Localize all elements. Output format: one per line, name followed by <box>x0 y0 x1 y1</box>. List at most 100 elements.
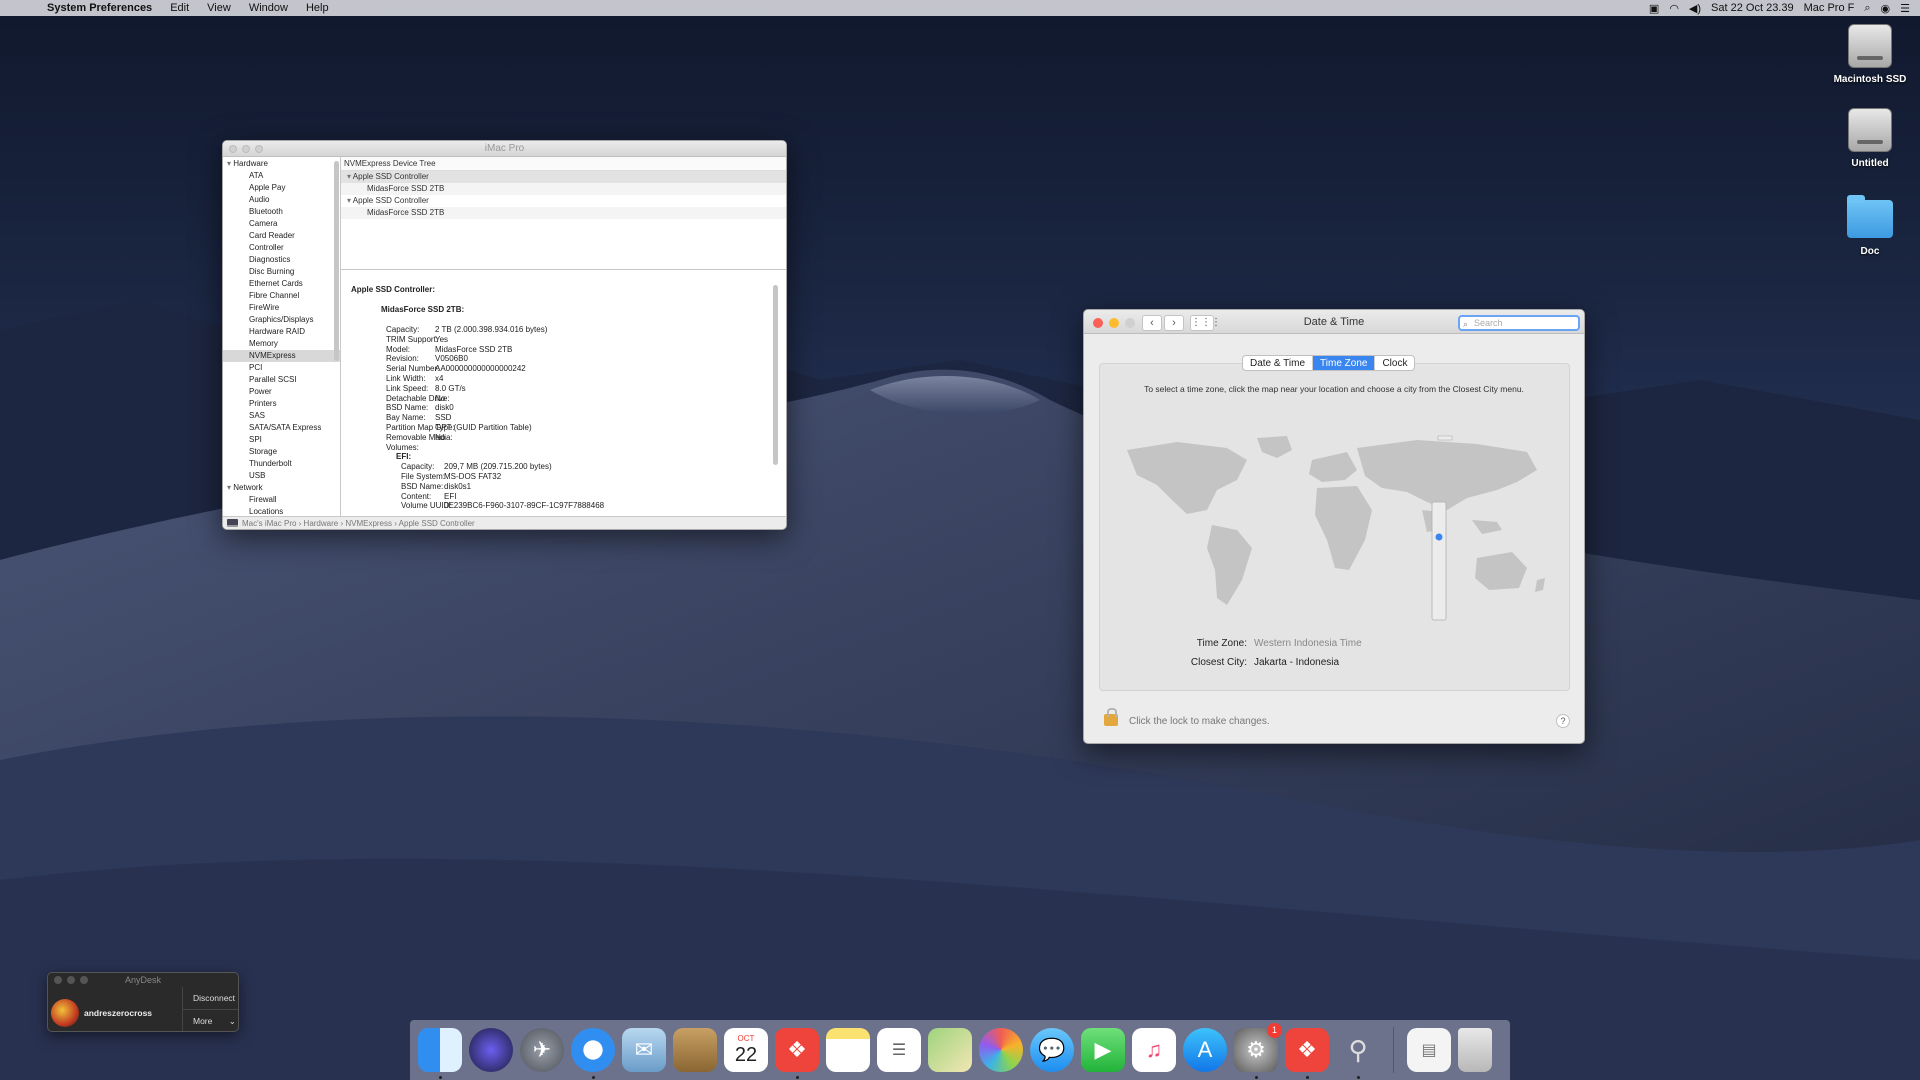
search-input[interactable]: ⌕ Search <box>1458 315 1580 331</box>
show-all-grid-icon[interactable]: ⋮⋮⋮ <box>1190 315 1221 331</box>
sidebar-item[interactable]: ATA <box>223 170 340 182</box>
window-titlebar[interactable]: ‹ › ⋮⋮⋮ Date & Time ⌕ Search <box>1084 310 1584 334</box>
minimize-button[interactable] <box>1109 318 1119 328</box>
notes-icon[interactable] <box>826 1028 870 1072</box>
sidebar-item[interactable]: Disc Burning <box>223 266 340 278</box>
photos-icon[interactable] <box>979 1028 1023 1072</box>
menu-help[interactable]: Help <box>297 2 338 14</box>
sidebar-item[interactable]: Storage <box>223 446 340 458</box>
tab-time-zone[interactable]: Time Zone <box>1313 356 1376 370</box>
safari-icon[interactable] <box>571 1028 615 1079</box>
system-information-icon[interactable]: ⚲ <box>1336 1028 1380 1079</box>
sidebar-item[interactable]: Power <box>223 386 340 398</box>
anydesk-remote-icon[interactable]: ❖ <box>1285 1028 1329 1079</box>
desktop-icon-untitled[interactable]: Untitled <box>1825 108 1915 169</box>
anydesk-status-icon[interactable]: ▣ <box>1649 2 1659 15</box>
contacts-icon[interactable] <box>673 1028 717 1072</box>
zoom-button[interactable] <box>1125 318 1135 328</box>
mail-icon[interactable]: ✉ <box>622 1028 666 1072</box>
sidebar-item[interactable]: Firewall <box>223 494 340 506</box>
more-button[interactable]: More ⌄ <box>183 1010 238 1031</box>
sidebar-item[interactable]: Apple Pay <box>223 182 340 194</box>
menu-view[interactable]: View <box>198 2 240 14</box>
messages-icon[interactable]: 💬 <box>1030 1028 1074 1072</box>
menu-user-name[interactable]: Mac Pro F <box>1804 2 1855 14</box>
sidebar-group-hardware[interactable]: Hardware <box>223 158 340 170</box>
app-store-icon[interactable]: A <box>1183 1028 1227 1072</box>
tab-date-time[interactable]: Date & Time <box>1243 356 1314 370</box>
launchpad-icon[interactable]: ✈ <box>520 1028 564 1072</box>
sidebar-item[interactable]: Bluetooth <box>223 206 340 218</box>
calendar-icon[interactable]: OCT 22 <box>724 1028 768 1072</box>
sidebar-item[interactable]: NVMExpress <box>223 350 340 362</box>
sidebar-item[interactable]: Graphics/Displays <box>223 314 340 326</box>
sidebar-item[interactable]: FireWire <box>223 302 340 314</box>
tree-row-device[interactable]: MidasForce SSD 2TB <box>341 183 786 195</box>
tab-clock[interactable]: Clock <box>1375 356 1414 370</box>
minimize-button[interactable] <box>67 976 75 984</box>
sidebar-item[interactable]: USB <box>223 470 340 482</box>
siri-icon[interactable] <box>469 1028 513 1072</box>
sidebar-item[interactable]: Thunderbolt <box>223 458 340 470</box>
system-preferences-icon[interactable]: ⚙ 1 <box>1234 1023 1282 1079</box>
sidebar-item[interactable]: Card Reader <box>223 230 340 242</box>
wifi-icon[interactable]: ◠ <box>1669 2 1679 15</box>
window-titlebar[interactable]: iMac Pro <box>223 141 786 157</box>
back-button[interactable]: ‹ <box>1142 315 1162 331</box>
notification-center-icon[interactable]: ☰ <box>1900 2 1910 15</box>
menu-app-name[interactable]: System Preferences <box>38 2 161 14</box>
sidebar-item[interactable]: Locations <box>223 506 340 516</box>
zoom-button[interactable] <box>80 976 88 984</box>
sidebar-item[interactable]: SAS <box>223 410 340 422</box>
volume-icon[interactable]: ◀) <box>1689 2 1701 15</box>
tree-row-device[interactable]: MidasForce SSD 2TB <box>341 207 786 219</box>
world-map[interactable] <box>1117 430 1557 630</box>
tree-row-controller[interactable]: Apple SSD Controller <box>341 195 786 207</box>
closest-city-select[interactable]: Jakarta - Indonesia <box>1254 653 1339 672</box>
trash-icon[interactable] <box>1458 1028 1492 1072</box>
itunes-icon[interactable]: ♫ <box>1132 1028 1176 1072</box>
sidebar-item[interactable]: Ethernet Cards <box>223 278 340 290</box>
sidebar-item[interactable]: Diagnostics <box>223 254 340 266</box>
minimize-button[interactable] <box>242 145 250 153</box>
close-button[interactable] <box>54 976 62 984</box>
menu-window[interactable]: Window <box>240 2 297 14</box>
detail-scrollbar[interactable] <box>773 285 778 465</box>
finder-icon[interactable] <box>418 1028 462 1079</box>
window-titlebar[interactable]: AnyDesk <box>48 973 238 987</box>
help-button[interactable]: ? <box>1556 714 1570 728</box>
close-button[interactable] <box>1093 318 1103 328</box>
sidebar-item[interactable]: Hardware RAID <box>223 326 340 338</box>
menu-clock[interactable]: Sat 22 Oct 23.39 <box>1711 2 1794 14</box>
desktop-icon-macintosh-ssd[interactable]: Macintosh SSD <box>1825 24 1915 85</box>
desktop-icon-doc[interactable]: Doc <box>1825 195 1915 257</box>
sidebar-group-network[interactable]: Network <box>223 482 340 494</box>
sidebar-item[interactable]: Fibre Channel <box>223 290 340 302</box>
menu-edit[interactable]: Edit <box>161 2 198 14</box>
forward-button[interactable]: › <box>1164 315 1184 331</box>
maps-icon[interactable] <box>928 1028 972 1072</box>
device-tree-header[interactable]: NVMExpress Device Tree <box>341 157 786 171</box>
sidebar-item[interactable]: PCI <box>223 362 340 374</box>
spotlight-icon[interactable]: ⌕ <box>1864 2 1870 15</box>
zoom-button[interactable] <box>255 145 263 153</box>
sidebar-item[interactable]: Printers <box>223 398 340 410</box>
breadcrumb-text[interactable]: Mac's iMac Pro › Hardware › NVMExpress ›… <box>242 517 475 530</box>
disconnect-button[interactable]: Disconnect <box>183 987 238 1010</box>
siri-icon[interactable]: ◉ <box>1881 2 1891 15</box>
tree-row-controller[interactable]: Apple SSD Controller <box>341 171 786 183</box>
sidebar-scrollbar[interactable] <box>334 161 339 361</box>
sidebar-item[interactable]: Audio <box>223 194 340 206</box>
facetime-icon[interactable]: ▶ <box>1081 1028 1125 1072</box>
reminders-icon[interactable]: ☰ <box>877 1028 921 1072</box>
sidebar-item[interactable]: Parallel SCSI <box>223 374 340 386</box>
document-icon[interactable]: ▤ <box>1407 1028 1451 1072</box>
lock-icon[interactable] <box>1104 708 1118 726</box>
sidebar-item[interactable]: Memory <box>223 338 340 350</box>
sidebar-item[interactable]: SATA/SATA Express <box>223 422 340 434</box>
anydesk-icon[interactable]: ❖ <box>775 1028 819 1079</box>
sidebar-item[interactable]: SPI <box>223 434 340 446</box>
sidebar-item[interactable]: Camera <box>223 218 340 230</box>
sidebar-item[interactable]: Controller <box>223 242 340 254</box>
close-button[interactable] <box>229 145 237 153</box>
